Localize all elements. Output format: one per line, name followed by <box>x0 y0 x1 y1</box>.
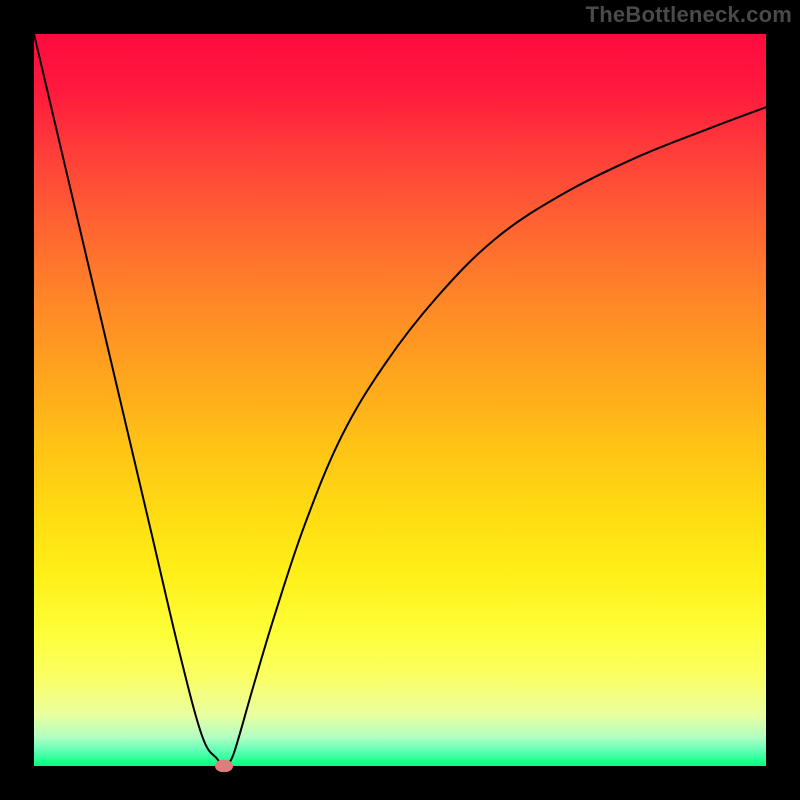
bottleneck-curve <box>34 34 766 766</box>
chart-plot-area <box>34 34 766 766</box>
watermark-text: TheBottleneck.com <box>586 2 792 28</box>
minimum-marker <box>215 760 233 772</box>
